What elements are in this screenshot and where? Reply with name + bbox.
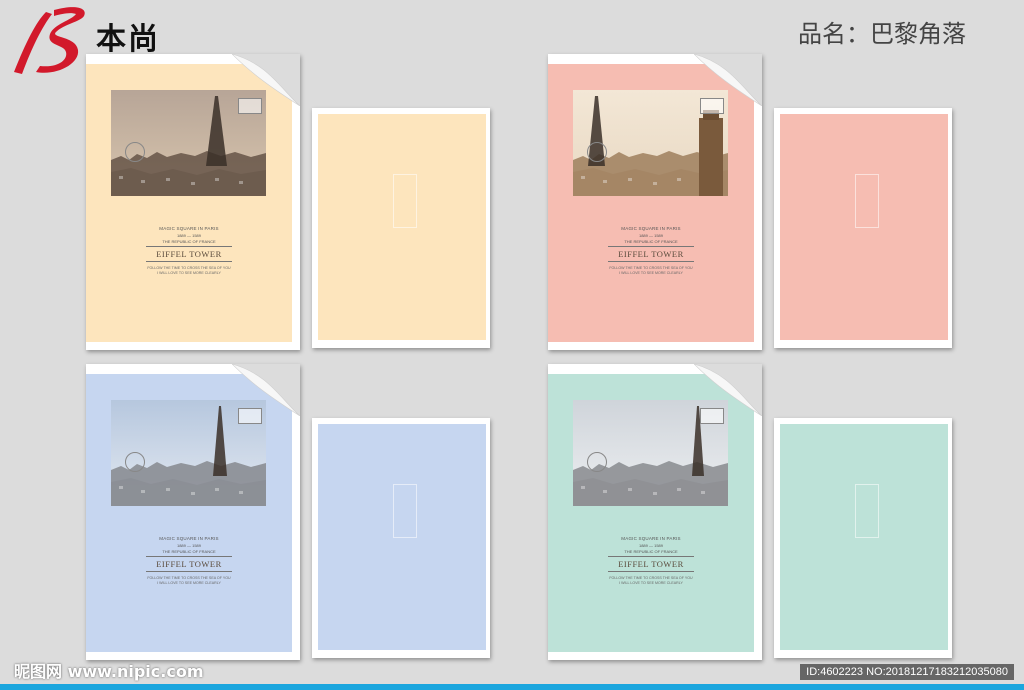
cover-text-block: MAGIC SQUARE IN PARIS 1889 — 1589 THE RE… [86,536,292,585]
cover-line-2: 1889 — 1589 [176,233,202,238]
brand-mark-icon [14,7,85,74]
notebook-front-cover: MAGIC SQUARE IN PARIS 1889 — 1589 THE RE… [548,54,762,350]
cover-line-3: THE REPUBLIC OF FRANCE [162,239,216,244]
cover-line-3: THE REPUBLIC OF FRANCE [162,549,216,554]
bottom-accent-bar [0,684,1024,690]
cover-divider [608,246,694,247]
back-cover-panel [780,424,948,650]
cover-line-1: MAGIC SQUARE IN PARIS [159,226,219,231]
notebook-front-cover: MAGIC SQUARE IN PARIS 1889 — 1589 THE RE… [86,364,300,660]
cover-text-block: MAGIC SQUARE IN PARIS 1889 — 1589 THE RE… [86,226,292,275]
back-cover-panel [780,114,948,340]
back-cover-panel [318,424,486,650]
cover-line-5: I WILL LOVE TO SEE MORE CLEARLY [157,581,221,585]
cover-line-2: 1889 — 1589 [176,543,202,548]
cover-line-3: THE REPUBLIC OF FRANCE [624,239,678,244]
cover-line-4: FOLLOW THE TIME TO CROSS THE SEA OF YOU [609,266,693,270]
cover-title: EIFFEL TOWER [156,559,222,569]
postmark-circle [125,142,145,162]
notebook-back-cover [312,418,490,658]
cover-line-1: MAGIC SQUARE IN PARIS [159,536,219,541]
cover-line-1: MAGIC SQUARE IN PARIS [621,226,681,231]
page-curl-corner [694,54,762,106]
barcode-placeholder [855,484,879,538]
image-id-badge: ID:4602223 NO:20181217183212035080 [800,664,1014,680]
cover-divider [146,246,232,247]
postmark-circle [587,142,607,162]
notebook-set: MAGIC SQUARE IN PARIS 1889 — 1589 THE RE… [86,364,496,664]
notebook-back-cover [774,108,952,348]
page-curl-corner [694,364,762,416]
cover-title: EIFFEL TOWER [156,249,222,259]
cover-divider [608,571,694,572]
barcode-placeholder [855,174,879,228]
notebook-set: MAGIC SQUARE IN PARIS 1889 — 1589 THE RE… [86,54,496,354]
cover-text-block: MAGIC SQUARE IN PARIS 1889 — 1589 THE RE… [548,226,754,275]
brand-name: 本尚 [96,22,160,57]
cover-line-2: 1889 — 1589 [638,543,664,548]
cover-divider [146,556,232,557]
cover-divider [608,261,694,262]
notebook-back-cover [312,108,490,348]
cover-text-block: MAGIC SQUARE IN PARIS 1889 — 1589 THE RE… [548,536,754,585]
notebook-set: MAGIC SQUARE IN PARIS 1889 — 1589 THE RE… [548,54,958,354]
postmark-circle [587,452,607,472]
cover-divider [146,571,232,572]
notebook-front-cover: MAGIC SQUARE IN PARIS 1889 — 1589 THE RE… [548,364,762,660]
cover-line-3: THE REPUBLIC OF FRANCE [624,549,678,554]
notebook-back-cover [774,418,952,658]
product-name-label: 品名：巴黎角落 [798,20,966,48]
cover-line-5: I WILL LOVE TO SEE MORE CLEARLY [157,271,221,275]
page-curl-corner [232,54,300,106]
cover-line-5: I WILL LOVE TO SEE MORE CLEARLY [619,581,683,585]
barcode-placeholder [393,484,417,538]
cover-line-1: MAGIC SQUARE IN PARIS [621,536,681,541]
notebook-set: MAGIC SQUARE IN PARIS 1889 — 1589 THE RE… [548,364,958,664]
cover-line-4: FOLLOW THE TIME TO CROSS THE SEA OF YOU [147,266,231,270]
cover-title: EIFFEL TOWER [618,249,684,259]
back-cover-panel [318,114,486,340]
cover-line-4: FOLLOW THE TIME TO CROSS THE SEA OF YOU [609,576,693,580]
notebook-front-cover: MAGIC SQUARE IN PARIS 1889 — 1589 THE RE… [86,54,300,350]
cover-divider [608,556,694,557]
cover-line-5: I WILL LOVE TO SEE MORE CLEARLY [619,271,683,275]
postmark-circle [125,452,145,472]
cover-title: EIFFEL TOWER [618,559,684,569]
cover-divider [146,261,232,262]
page-curl-corner [232,364,300,416]
barcode-placeholder [393,174,417,228]
site-watermark: 昵图网 www.nipic.com [14,662,204,681]
cover-line-4: FOLLOW THE TIME TO CROSS THE SEA OF YOU [147,576,231,580]
cover-line-2: 1889 — 1589 [638,233,664,238]
